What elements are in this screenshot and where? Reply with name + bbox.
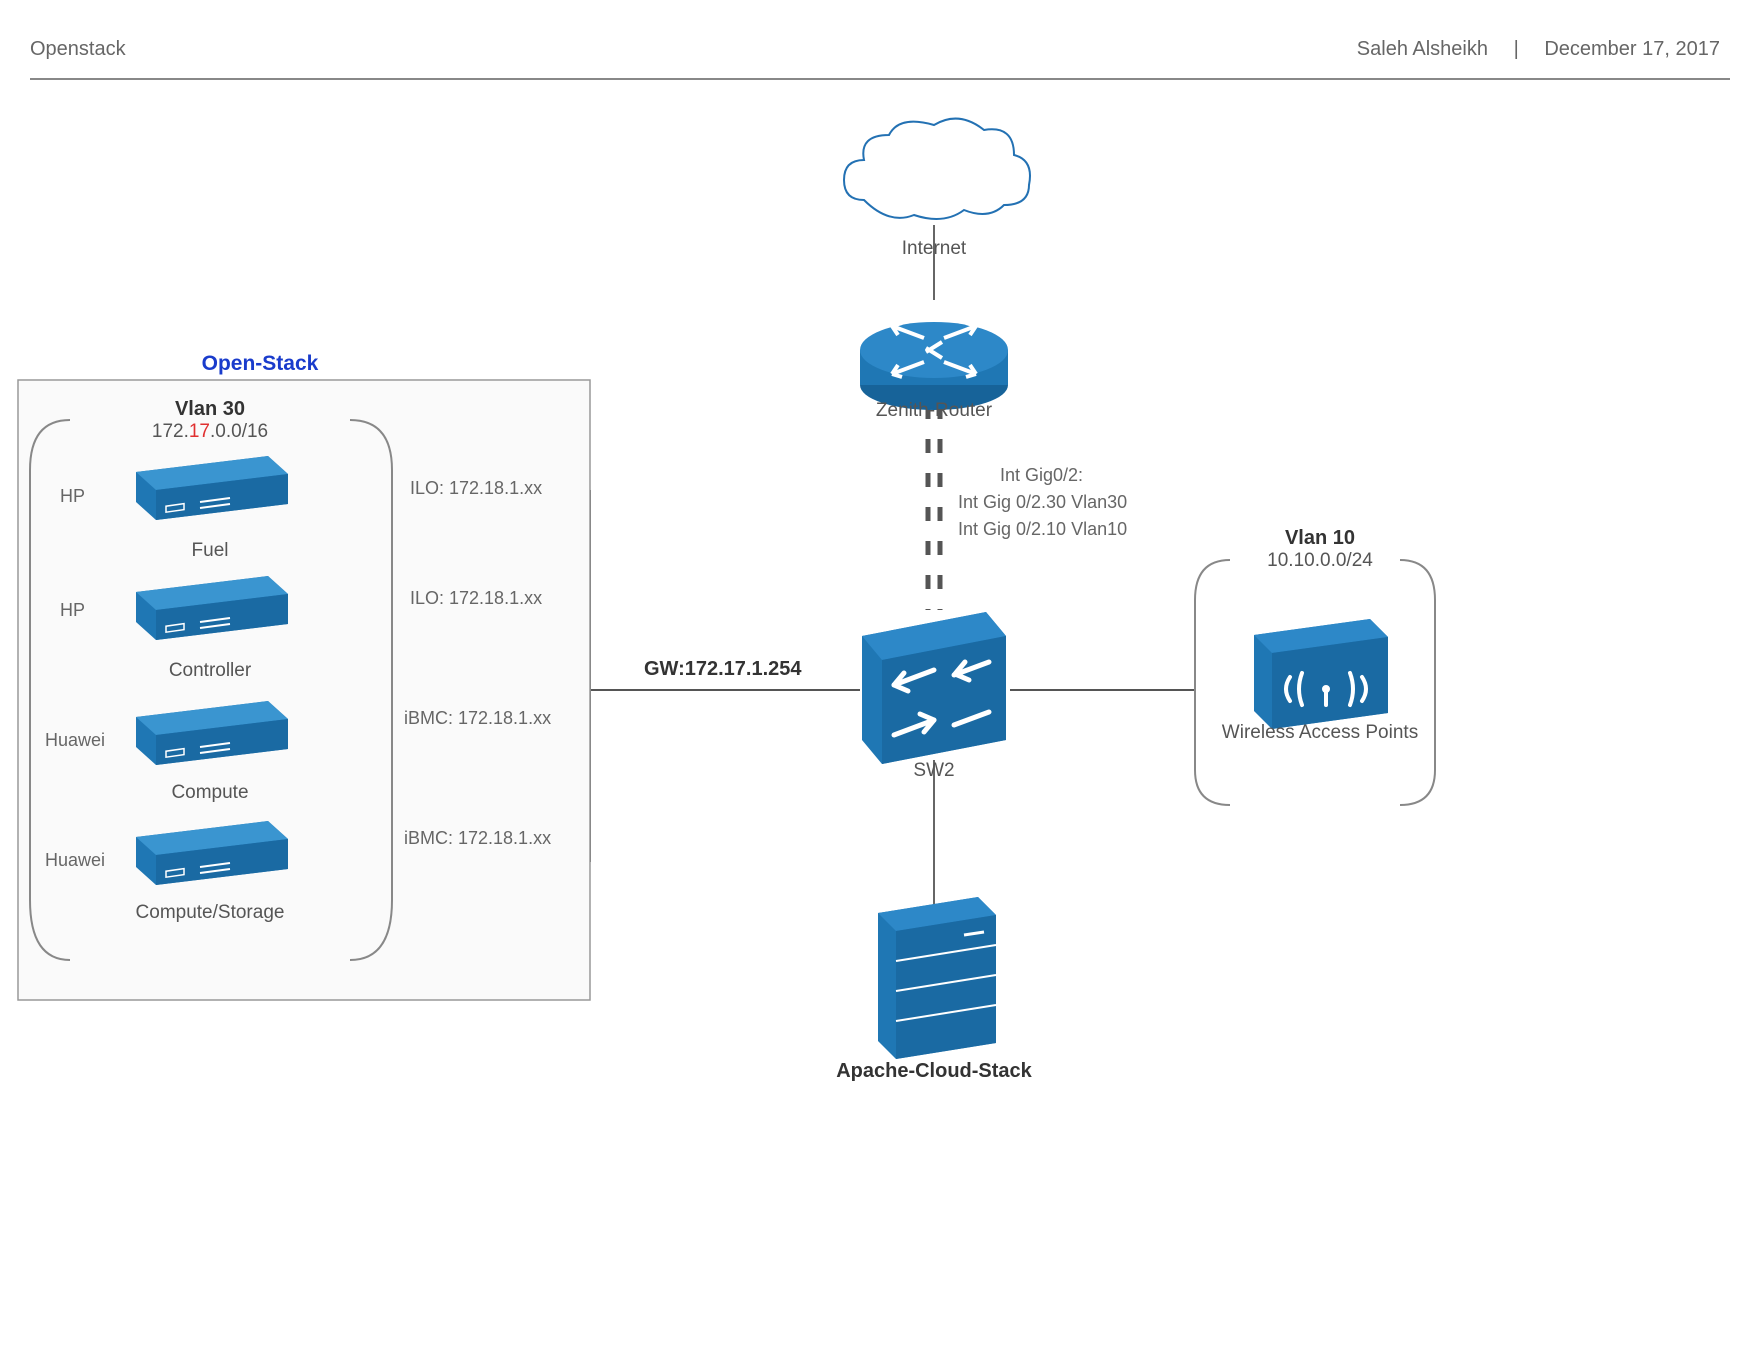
wap-icon (1254, 619, 1388, 729)
server-name-1: Controller (120, 660, 300, 682)
apache-server-icon (878, 897, 996, 1059)
vlan10-title: Vlan 10 (1220, 527, 1420, 550)
server-vendor-3: Huawei (45, 850, 105, 871)
iface-line-2: Int Gig 0/2.30 Vlan30 (958, 489, 1127, 516)
openstack-title: Open-Stack (140, 352, 380, 376)
switch-label: SW2 (874, 760, 994, 782)
wap-bracket-right (1400, 560, 1435, 805)
internet-label: Internet (854, 238, 1014, 260)
apache-label: Apache-Cloud-Stack (804, 1060, 1064, 1083)
server-vendor-2: Huawei (45, 730, 105, 751)
iface-line-1: Int Gig0/2: (958, 462, 1127, 489)
server-vendor-0: HP (60, 486, 85, 507)
cloud-icon (844, 119, 1030, 219)
server-mgmt-2: iBMC: 172.18.1.xx (404, 708, 551, 729)
wap-label: Wireless Access Points (1215, 720, 1425, 747)
gateway-label: GW:172.17.1.254 (644, 658, 802, 681)
vlan10-subnet: 10.10.0.0/24 (1220, 550, 1420, 572)
iface-line-3: Int Gig 0/2.10 Vlan10 (958, 516, 1127, 543)
vlan30-title: Vlan 30 (110, 398, 310, 421)
server-mgmt-1: ILO: 172.18.1.xx (410, 588, 542, 609)
server-name-3: Compute/Storage (100, 902, 320, 924)
vlan30-subnet: 172.17.0.0/16 (110, 421, 310, 443)
router-label: Zenith-Router (834, 400, 1034, 422)
switch-icon (862, 612, 1006, 764)
server-name-0: Fuel (120, 540, 300, 562)
server-mgmt-3: iBMC: 172.18.1.xx (404, 828, 551, 849)
vlan30-block: Vlan 30 172.17.0.0/16 (110, 398, 310, 443)
vlan10-block: Vlan 10 10.10.0.0/24 (1220, 527, 1420, 572)
wap-bracket-left (1195, 560, 1230, 805)
router-icon (860, 322, 1008, 410)
server-name-2: Compute (120, 782, 300, 804)
server-vendor-1: HP (60, 600, 85, 621)
server-mgmt-0: ILO: 172.18.1.xx (410, 478, 542, 499)
router-interfaces: Int Gig0/2: Int Gig 0/2.30 Vlan30 Int Gi… (958, 462, 1127, 543)
